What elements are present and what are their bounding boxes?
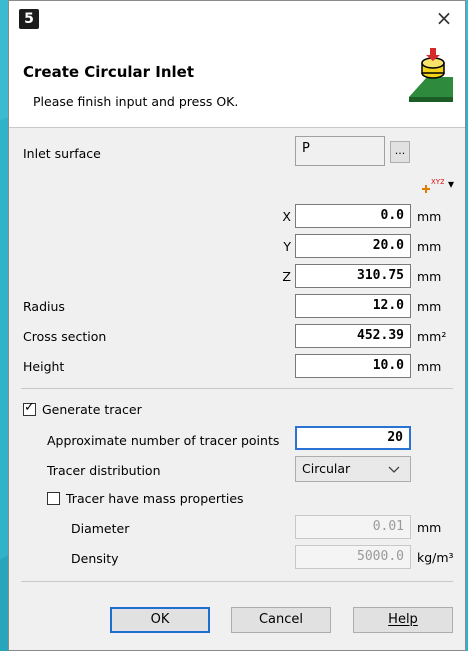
help-button[interactable]: Help [353, 607, 453, 633]
help-label: Help [388, 612, 418, 627]
tracer-mass-checkbox[interactable] [47, 492, 60, 505]
radius-unit: mm [417, 299, 442, 314]
inlet-surface-field[interactable]: P [295, 136, 385, 166]
y-input[interactable]: 20.0 [295, 234, 411, 258]
footer-divider [21, 581, 453, 582]
x-unit: mm [417, 209, 442, 224]
xyz-axis-icon: XYZ [422, 178, 444, 193]
svg-text:XYZ: XYZ [431, 178, 444, 186]
height-unit: mm [417, 359, 442, 374]
radius-input[interactable]: 12.0 [295, 294, 411, 318]
checkmark-icon: ✓ [24, 400, 35, 415]
dialog-header: Create Circular Inlet Please finish inpu… [9, 39, 465, 128]
cross-section-label: Cross section [23, 329, 107, 344]
inlet-surface-label: Inlet surface [23, 146, 101, 161]
chevron-down-icon [388, 466, 400, 473]
inlet-icon [409, 48, 453, 102]
title-bar: 5 × [9, 1, 465, 39]
y-label: Y [283, 239, 291, 254]
cancel-button[interactable]: Cancel [231, 607, 331, 633]
section-divider [21, 388, 453, 389]
approx-tracer-points-input[interactable]: 20 [295, 426, 411, 450]
x-label: X [282, 209, 291, 224]
density-input[interactable]: 5000.0 [295, 545, 411, 569]
z-input[interactable]: 310.75 [295, 264, 411, 288]
tracer-distribution-select[interactable]: Circular [295, 456, 411, 482]
dialog-title: Create Circular Inlet [23, 63, 195, 81]
approx-tracer-points-label: Approximate number of tracer points [47, 433, 280, 448]
density-label: Density [71, 551, 119, 566]
close-button[interactable]: × [431, 5, 457, 31]
tracer-distribution-value: Circular [302, 461, 351, 476]
chevron-down-icon: ▾ [448, 177, 455, 191]
tracer-mass-label: Tracer have mass properties [66, 491, 244, 506]
y-unit: mm [417, 239, 442, 254]
app-icon: 5 [19, 9, 39, 29]
diameter-label: Diameter [71, 521, 130, 536]
height-label: Height [23, 359, 65, 374]
dialog-subtitle: Please finish input and press OK. [33, 94, 239, 109]
cross-section-input[interactable]: 452.39 [295, 324, 411, 348]
z-unit: mm [417, 269, 442, 284]
browse-button[interactable]: ... [390, 141, 410, 163]
generate-tracer-checkbox[interactable]: ✓ [23, 400, 36, 416]
create-circular-inlet-dialog: 5 × Create Circular Inlet Please finish … [8, 0, 466, 651]
cross-section-unit: mm² [417, 329, 447, 344]
height-input[interactable]: 10.0 [295, 354, 411, 378]
diameter-unit: mm [417, 520, 442, 535]
generate-tracer-label: Generate tracer [42, 402, 142, 417]
density-unit: kg/m³ [417, 550, 454, 565]
tracer-distribution-label: Tracer distribution [47, 463, 161, 478]
x-input[interactable]: 0.0 [295, 204, 411, 228]
z-label: Z [282, 269, 291, 284]
diameter-input[interactable]: 0.01 [295, 515, 411, 539]
coordinate-system-selector[interactable]: XYZ ▾ [422, 177, 458, 195]
radius-label: Radius [23, 299, 65, 314]
ok-button[interactable]: OK [110, 607, 210, 633]
